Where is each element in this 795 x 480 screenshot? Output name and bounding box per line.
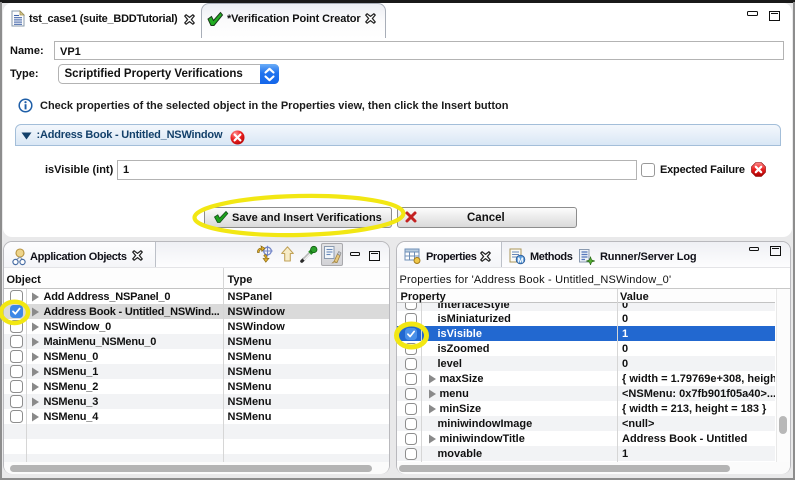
svg-text:M: M [517, 255, 523, 264]
